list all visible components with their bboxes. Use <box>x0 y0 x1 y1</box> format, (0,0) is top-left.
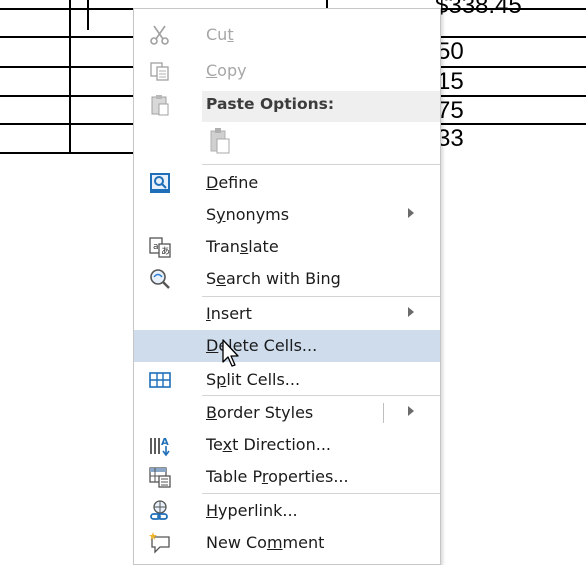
clipboard-icon <box>151 95 169 116</box>
hyperlink-label: Hyperlink... <box>206 501 298 520</box>
menu-item-define[interactable]: Define <box>134 167 440 199</box>
cell-value[interactable]: 15 <box>437 70 464 94</box>
text-direction-icon: A <box>150 437 170 457</box>
clipboard-paste-icon <box>210 128 230 154</box>
copy-label: Copy <box>206 61 247 80</box>
search-bing-label: Search with Bing <box>206 269 341 288</box>
menu-item-copy[interactable]: Copy <box>134 55 440 87</box>
translate-label: Translate <box>206 237 279 256</box>
menu-separator <box>202 493 440 494</box>
split-cells-label: Split Cells... <box>206 370 301 389</box>
new-comment-label: New Comment <box>206 533 325 552</box>
copy-icon <box>150 62 169 81</box>
menu-item-border-styles[interactable]: Border Styles <box>134 397 440 429</box>
menu-item-table-properties[interactable]: Table Properties... <box>134 461 440 493</box>
menu-item-cut[interactable]: Cut <box>134 19 440 51</box>
context-menu: Cut Copy Paste Options: Define Synonyms … <box>133 8 441 565</box>
paste-options-label: Paste Options: <box>206 95 335 113</box>
text-direction-label: Text Direction... <box>206 435 331 454</box>
menu-item-split-cells[interactable]: Split Cells... <box>134 364 440 396</box>
table-properties-icon <box>149 467 171 488</box>
synonyms-label: Synonyms <box>206 205 290 224</box>
cell-value[interactable]: 33 <box>437 127 464 151</box>
submenu-arrow-icon <box>408 208 414 218</box>
split-button-divider <box>383 403 384 423</box>
new-comment-icon <box>149 532 170 554</box>
menu-item-delete-cells[interactable]: Delete Cells... <box>134 330 440 362</box>
submenu-arrow-icon <box>408 307 414 317</box>
menu-item-translate[interactable]: a あ Translate <box>134 231 440 263</box>
split-cells-icon <box>149 372 171 388</box>
translate-icon: a あ <box>149 237 171 258</box>
table-properties-label: Table Properties... <box>206 467 349 486</box>
cell-value[interactable]: 50 <box>437 40 464 64</box>
define-label: Define <box>206 173 259 192</box>
hyperlink-icon <box>150 500 168 520</box>
menu-item-text-direction[interactable]: A Text Direction... <box>134 429 440 461</box>
cut-label: Cut <box>206 25 234 44</box>
cell-value[interactable]: 75 <box>437 99 464 123</box>
menu-separator <box>202 296 440 297</box>
scissors-icon <box>150 25 169 45</box>
menu-separator <box>202 395 440 396</box>
border-styles-label: Border Styles <box>206 403 314 422</box>
search-bing-icon <box>150 269 170 289</box>
svg-text:A: A <box>161 437 169 448</box>
define-search-icon <box>150 173 170 193</box>
menu-item-search-bing[interactable]: Search with Bing <box>134 263 440 295</box>
cell-value[interactable]: $338.45 <box>435 0 522 18</box>
mouse-pointer-icon <box>222 339 239 367</box>
menu-item-insert[interactable]: Insert <box>134 298 440 330</box>
menu-item-synonyms[interactable]: Synonyms <box>134 199 440 231</box>
menu-item-new-comment[interactable]: New Comment <box>134 527 440 559</box>
menu-separator <box>202 164 440 165</box>
submenu-arrow-icon <box>408 406 414 416</box>
paste-keep-formatting-button[interactable] <box>202 125 242 159</box>
table-border <box>69 0 71 154</box>
svg-text:あ: あ <box>161 246 170 257</box>
menu-item-hyperlink[interactable]: Hyperlink... <box>134 495 440 527</box>
svg-text:a: a <box>153 242 159 252</box>
insert-label: Insert <box>206 304 252 323</box>
text-cursor <box>87 0 89 30</box>
